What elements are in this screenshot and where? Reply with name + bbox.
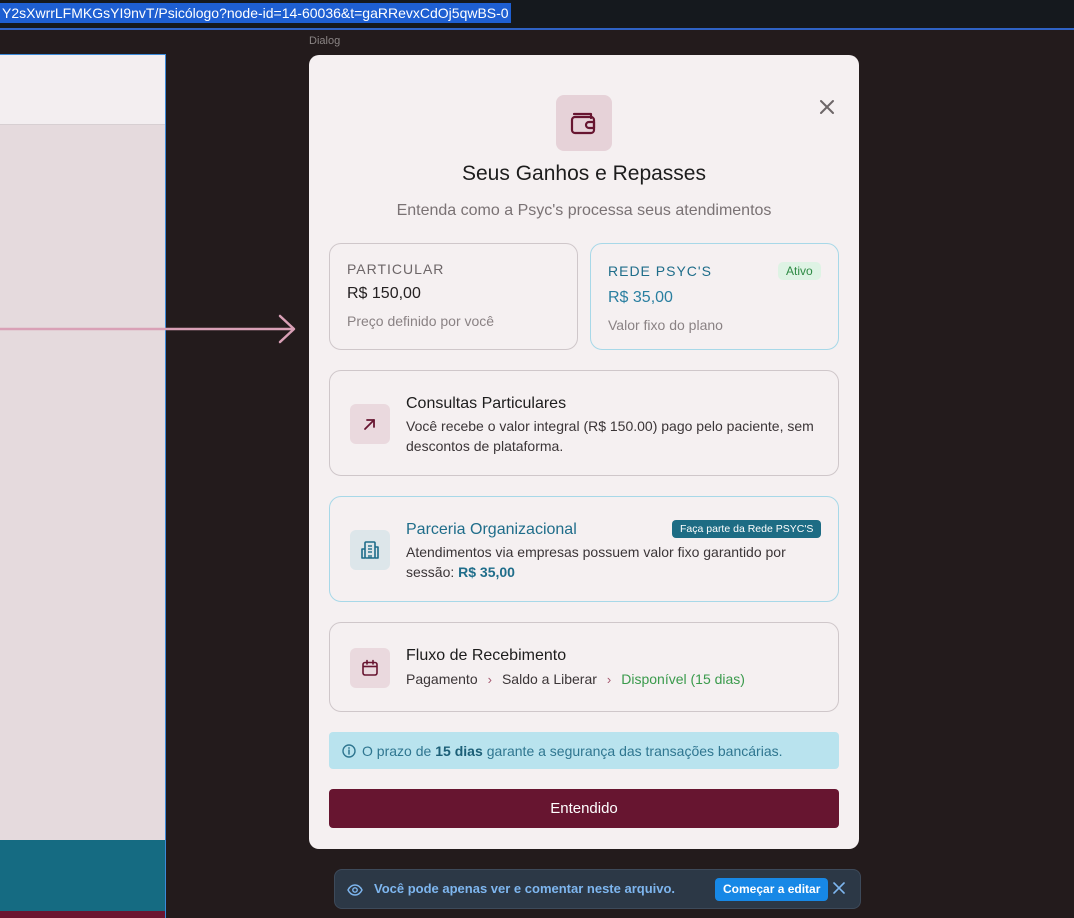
calendar-icon: [362, 659, 378, 676]
start-editing-button[interactable]: Começar a editar: [715, 878, 829, 901]
close-icon: [820, 100, 834, 114]
info-notice: O prazo de 15 dias garante a segurança d…: [329, 732, 839, 769]
payment-flow: Pagamento › Saldo a Liberar › Disponível…: [406, 671, 745, 687]
building-icon: [361, 541, 379, 559]
consultas-title: Consultas Particulares: [406, 395, 567, 412]
parceria-text: Atendimentos via empresas possuem valor …: [406, 542, 816, 582]
frame-label: Dialog: [309, 35, 341, 47]
fluxo-icon-badge: [350, 648, 390, 688]
page-frame-bottom-bar: [0, 911, 165, 918]
status-badge: Ativo: [778, 262, 821, 280]
notice-emphasis: 15 dias: [435, 742, 483, 759]
dialog-subtitle: Entenda como a Psyc's processa seus aten…: [396, 202, 772, 219]
particular-note: Preço definido por você: [347, 313, 495, 329]
url-bar[interactable]: Y2sXwrrLFMKGsYI9nvT/Psicólogo?node-id=14…: [0, 0, 1074, 29]
parceria-icon-badge: [350, 530, 390, 570]
close-icon[interactable]: [832, 881, 846, 895]
toast-message: Você pode apenas ver e comentar neste ar…: [374, 881, 676, 896]
particular-price: R$ 150,00: [347, 285, 421, 302]
particular-price-card: PARTICULAR R$ 150,00 Preço definido por …: [329, 243, 578, 350]
parceria-card: Parceria Organizacional Faça parte da Re…: [329, 496, 839, 602]
page-frame-footer: [0, 840, 165, 911]
parceria-title: Parceria Organizacional: [406, 521, 577, 538]
page-frame-preview[interactable]: [0, 54, 166, 918]
fluxo-title: Fluxo de Recebimento: [406, 647, 567, 664]
consultas-text: Você recebe o valor integral (R$ 150.00)…: [406, 418, 814, 454]
earnings-dialog: Seus Ganhos e Repasses Entenda como a Ps…: [309, 55, 859, 849]
rede-label: REDE PSYC'S: [608, 263, 712, 279]
particular-label: PARTICULAR: [347, 261, 445, 277]
notice-suffix: garante a segurança das transações bancá…: [486, 742, 783, 759]
url-text[interactable]: Y2sXwrrLFMKGsYI9nvT/Psicólogo?node-id=14…: [0, 3, 511, 23]
page-frame-header: [0, 55, 165, 125]
prototype-flow-arrow: [0, 314, 296, 344]
flow-step: Pagamento: [406, 671, 478, 687]
fluxo-card: Fluxo de Recebimento Pagamento › Saldo a…: [329, 622, 839, 712]
flow-step: Saldo a Liberar: [501, 671, 597, 687]
confirm-button[interactable]: Entendido: [329, 789, 839, 828]
wallet-badge: [556, 95, 612, 151]
dialog-title: Seus Ganhos e Repasses: [462, 162, 706, 185]
flow-step-available: Disponível (15 dias): [621, 671, 745, 687]
wallet-icon: [570, 112, 596, 135]
close-button[interactable]: [814, 94, 840, 120]
consultas-particulares-card: Consultas Particulares Você recebe o val…: [329, 370, 839, 476]
chevron-right-icon: ›: [606, 671, 612, 687]
join-network-badge[interactable]: Faça parte da Rede PSYC'S: [672, 520, 822, 538]
arrow-up-right-icon: [364, 419, 375, 430]
notice-prefix: O prazo de: [362, 742, 432, 759]
rede-price: R$ 35,00: [608, 289, 673, 306]
eye-icon: [347, 883, 363, 897]
parceria-highlight: R$ 35,00: [458, 564, 515, 580]
rede-note: Valor fixo do plano: [608, 317, 723, 333]
consultas-icon-badge: [350, 404, 390, 444]
url-bar-border: [0, 28, 1074, 30]
rede-price-card: REDE PSYC'S Ativo R$ 35,00 Valor fixo do…: [590, 243, 839, 350]
view-only-toast: Você pode apenas ver e comentar neste ar…: [334, 869, 861, 909]
info-icon: [342, 743, 356, 758]
chevron-right-icon: ›: [487, 671, 492, 687]
